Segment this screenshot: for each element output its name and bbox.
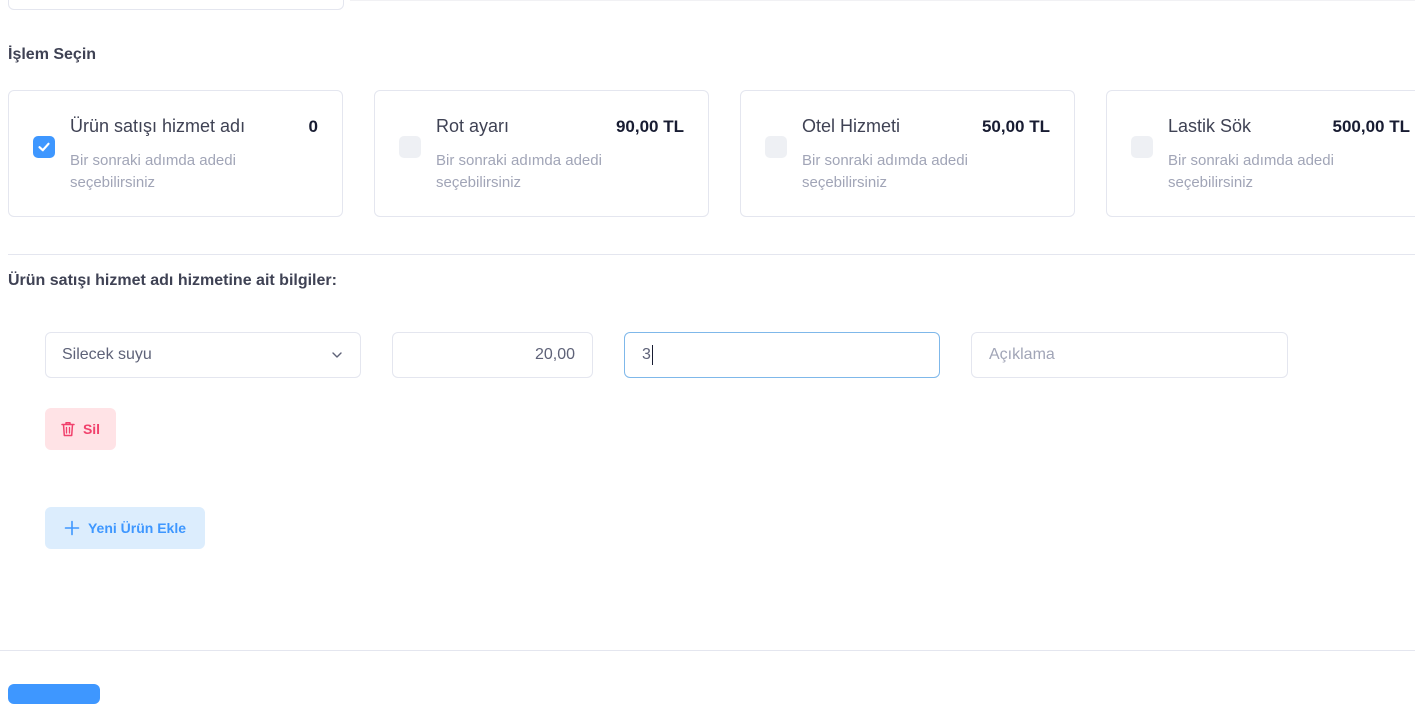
- footer-divider: [0, 650, 1415, 651]
- price-input[interactable]: 20,00: [392, 332, 593, 378]
- service-price: 0: [308, 117, 318, 136]
- add-product-button[interactable]: Yeni Ürün Ekle: [45, 507, 205, 549]
- quantity-input[interactable]: 3: [624, 332, 940, 378]
- top-divider: [350, 0, 1415, 1]
- service-price: 500,00 TL: [1332, 117, 1411, 136]
- checkbox-icon[interactable]: [399, 136, 421, 158]
- service-card-3[interactable]: Lastik Sök 500,00 TL Bir sonraki adımda …: [1106, 90, 1415, 217]
- service-name: Rot ayarı: [436, 116, 510, 136]
- previous-field-bottom: [8, 0, 344, 10]
- service-desc: Bir sonraki adımda adedi seçebilirsiniz: [70, 152, 236, 191]
- service-price: 90,00 TL: [615, 117, 684, 136]
- price-value: 20,00: [534, 346, 575, 363]
- product-select[interactable]: Silecek suyu: [45, 332, 361, 378]
- description-input[interactable]: [971, 332, 1288, 378]
- section-divider: [8, 254, 1415, 255]
- trash-icon: [61, 422, 75, 437]
- text-caret: [651, 344, 653, 365]
- service-desc: Bir sonraki adımda adedi seçebilirsiniz: [436, 152, 602, 191]
- service-price: 50,00 TL: [981, 117, 1050, 136]
- plus-icon: [64, 520, 80, 536]
- submit-button[interactable]: [8, 684, 100, 704]
- checkbox-icon[interactable]: [1131, 136, 1153, 158]
- service-name: Ürün satışı hizmet adı: [70, 116, 246, 136]
- service-desc: Bir sonraki adımda adedi seçebilirsiniz: [802, 152, 968, 191]
- service-card-1[interactable]: Rot ayarı 90,00 TL Bir sonraki adımda ad…: [374, 90, 709, 217]
- quantity-value: 3: [642, 346, 651, 363]
- product-select-value: Silecek suyu: [62, 346, 152, 363]
- info-title: Ürün satışı hizmet adı hizmetine ait bil…: [8, 272, 337, 289]
- checkbox-icon[interactable]: [765, 136, 787, 158]
- service-name: Otel Hizmeti: [802, 116, 901, 136]
- service-desc: Bir sonraki adımda adedi seçebilirsiniz: [1168, 152, 1334, 191]
- service-name: Lastik Sök: [1168, 116, 1252, 136]
- add-product-label: Yeni Ürün Ekle: [87, 520, 187, 536]
- service-card-2[interactable]: Otel Hizmeti 50,00 TL Bir sonraki adımda…: [740, 90, 1075, 217]
- delete-label: Sil: [82, 421, 101, 437]
- chevron-down-icon: [332, 352, 342, 358]
- delete-button[interactable]: Sil: [45, 408, 116, 450]
- checkbox-checked-icon[interactable]: [33, 136, 55, 158]
- service-cards: Ürün satışı hizmet adı 0 Bir sonraki adı…: [8, 90, 1415, 217]
- section-title: İşlem Seçin: [8, 46, 97, 63]
- service-card-0[interactable]: Ürün satışı hizmet adı 0 Bir sonraki adı…: [8, 90, 343, 217]
